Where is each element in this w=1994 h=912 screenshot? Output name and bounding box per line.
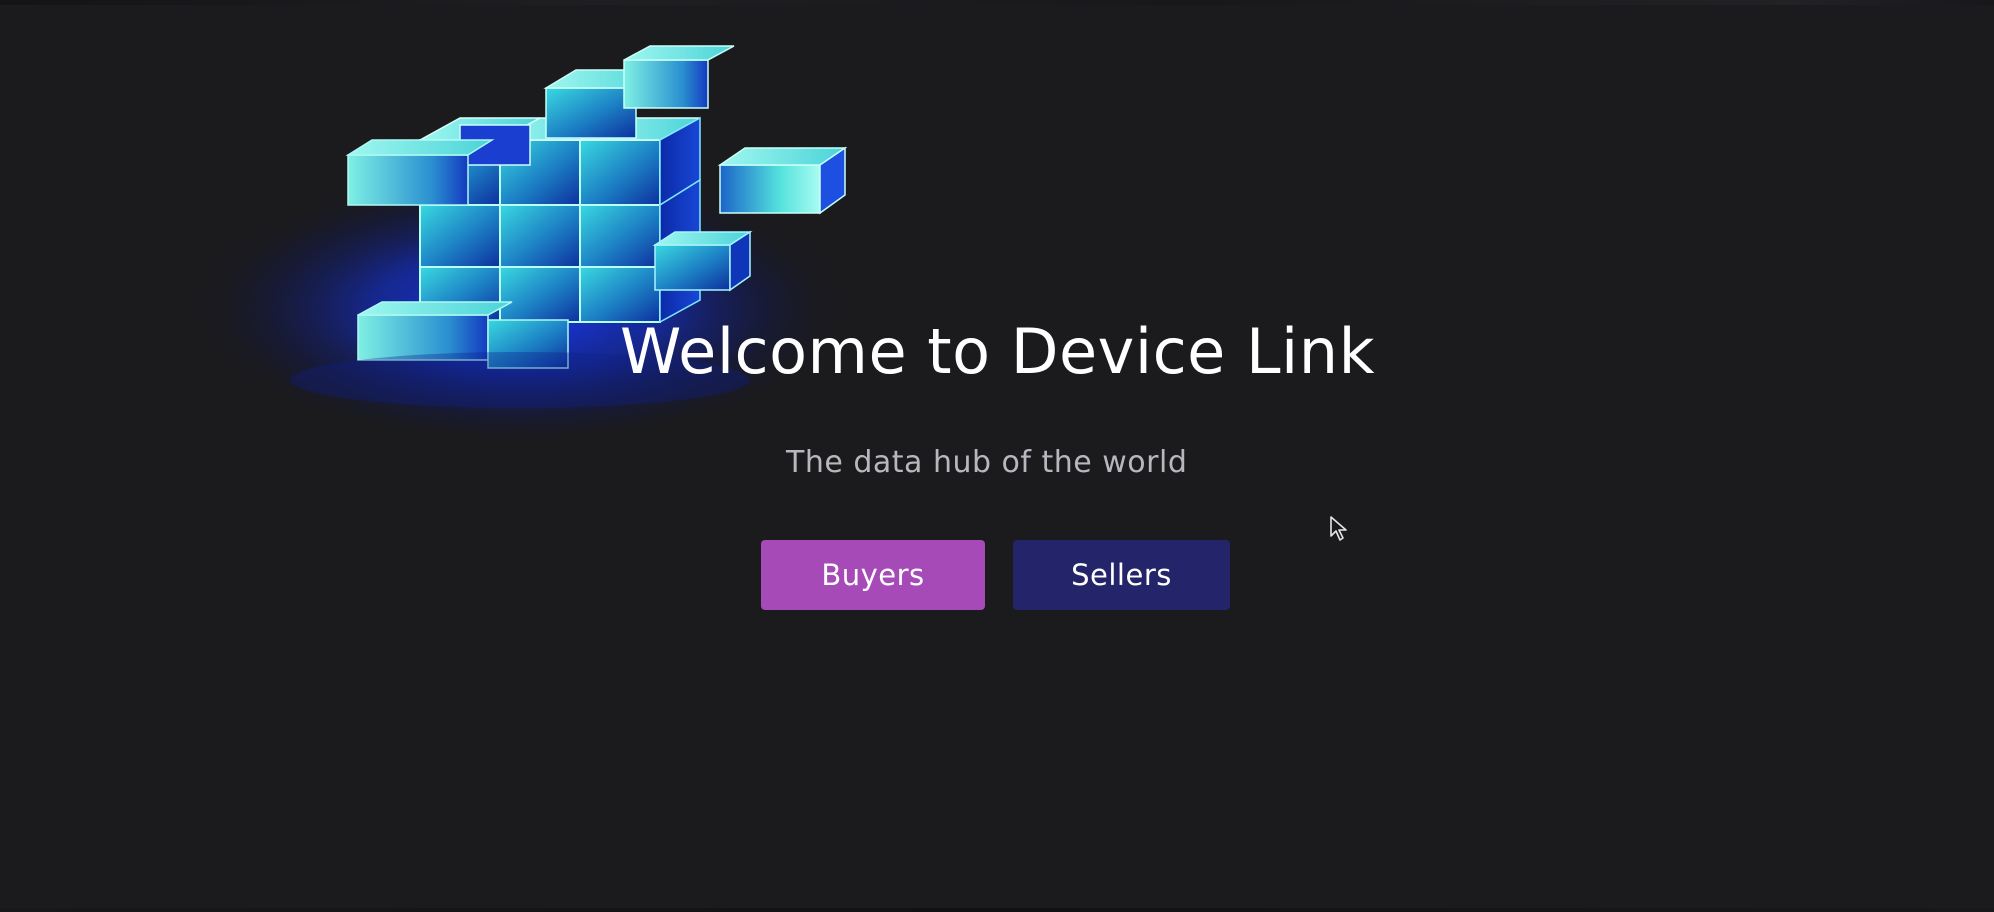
- mouse-cursor-icon: [1330, 516, 1347, 541]
- data-cube-illustration: [90, 30, 990, 470]
- landing-page: Welcome to Device Link The data hub of t…: [0, 0, 1994, 912]
- sellers-button[interactable]: Sellers: [1013, 540, 1230, 610]
- top-divider: [0, 0, 1994, 5]
- bottom-divider: [0, 908, 1994, 912]
- cta-button-group: Buyers Sellers: [761, 540, 1230, 610]
- page-title: Welcome to Device Link: [620, 315, 1375, 388]
- page-subtitle: The data hub of the world: [786, 445, 1188, 480]
- buyers-button[interactable]: Buyers: [761, 540, 985, 610]
